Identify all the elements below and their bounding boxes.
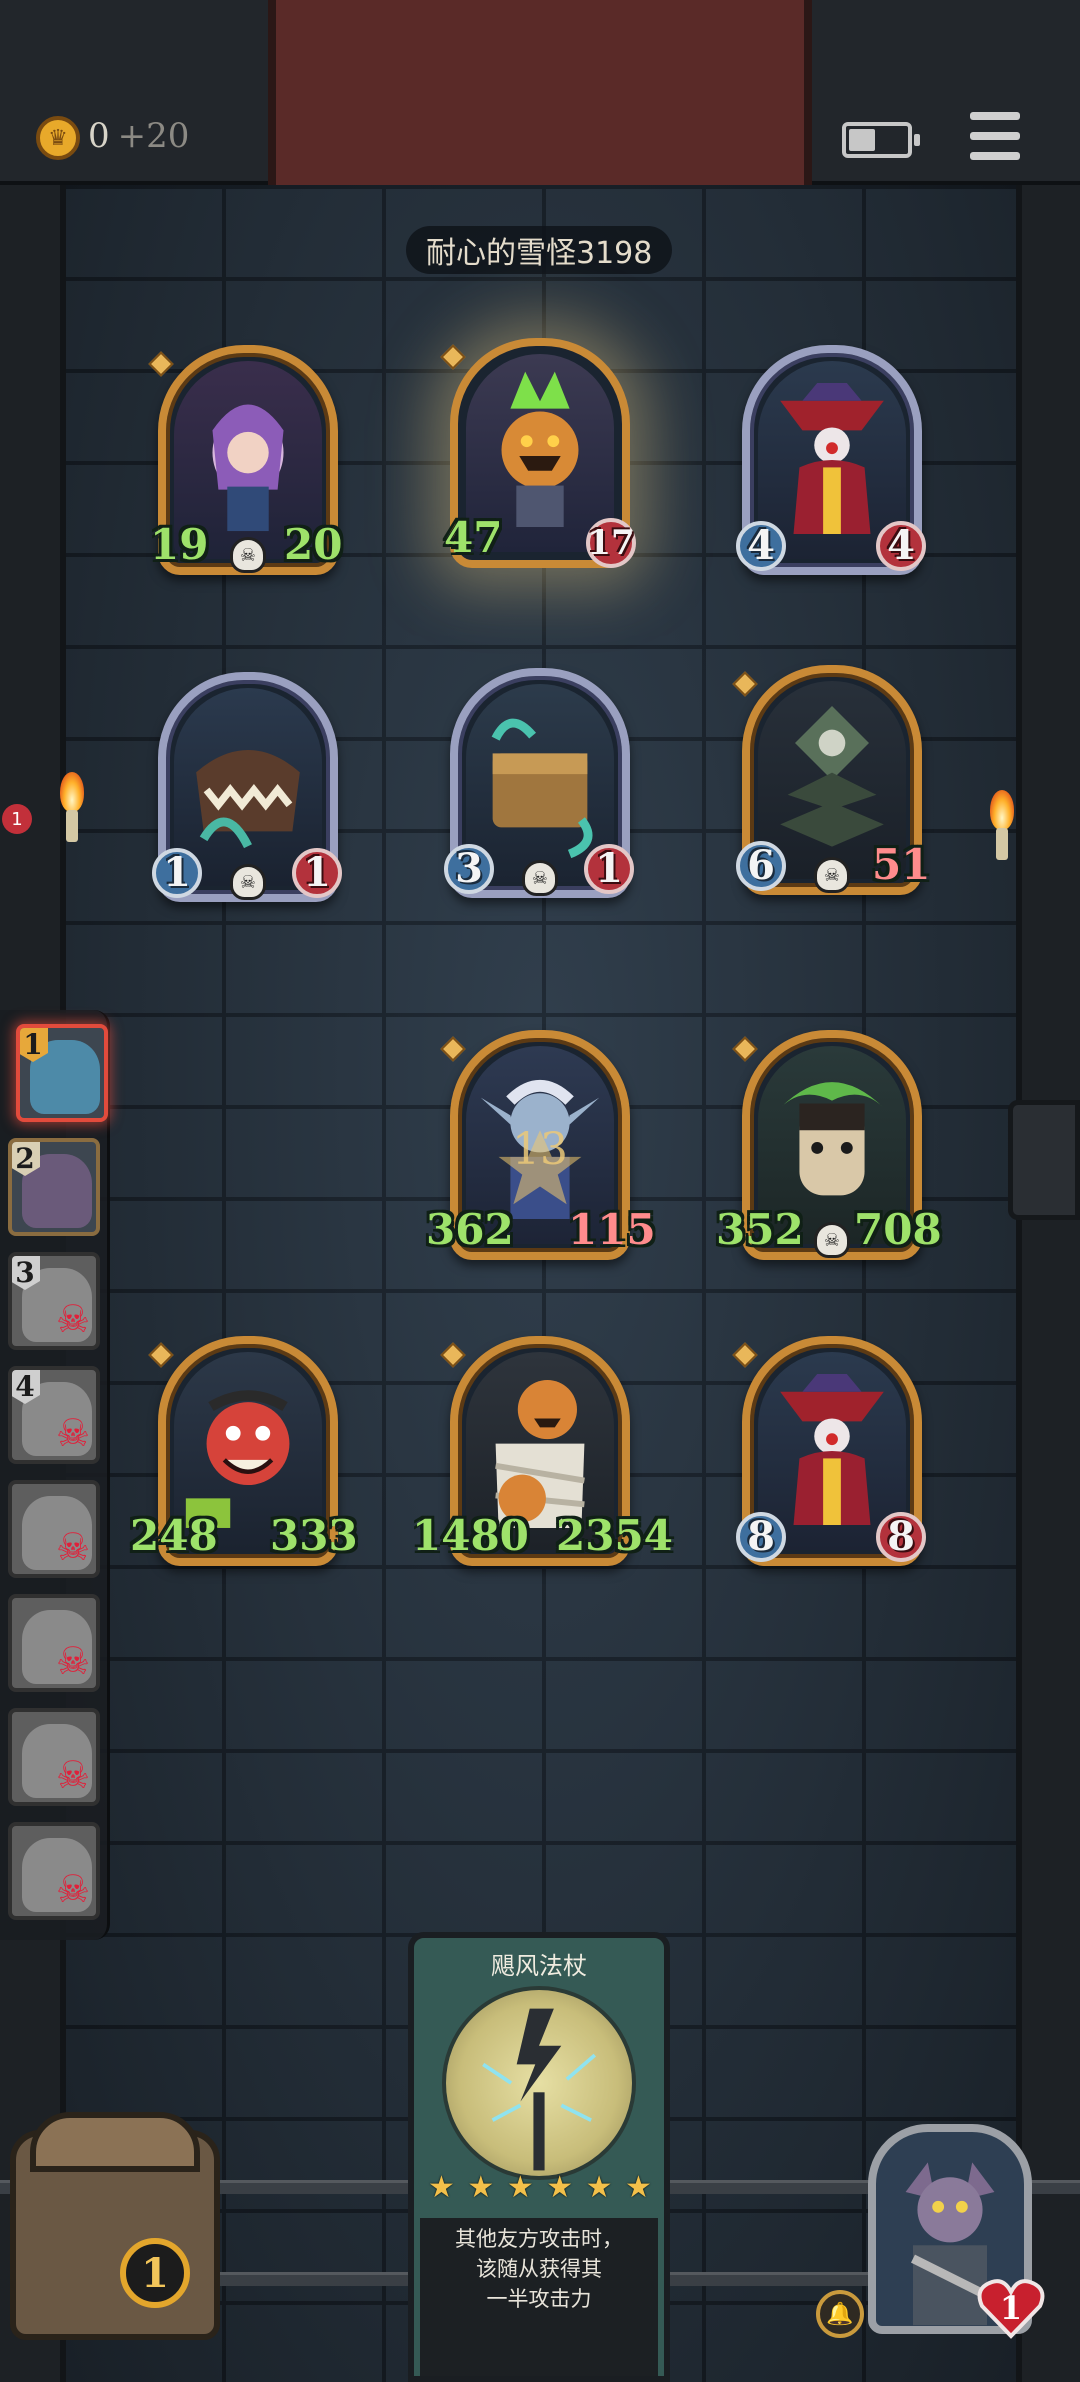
- star-icon: ★: [428, 2170, 455, 2205]
- battery-level: [849, 129, 875, 151]
- unit-attack: 1: [152, 848, 202, 898]
- gold-income: +20: [117, 116, 190, 156]
- item-title: 飓风法杖: [491, 1952, 587, 1980]
- item-desc-line: 该随从获得其: [476, 2257, 602, 2281]
- lives-count: 1: [999, 2289, 1023, 2327]
- board-unit-2[interactable]: 47 17: [440, 338, 636, 578]
- unit-attack: 4: [736, 521, 786, 571]
- notification-badge[interactable]: 1: [2, 804, 32, 834]
- board-unit-3[interactable]: 4 4: [736, 345, 926, 585]
- board-unit-5[interactable]: ☠ 3 1: [444, 668, 634, 908]
- candle: [66, 810, 78, 842]
- unit-health: 1: [584, 844, 634, 894]
- torch-right: [988, 790, 1016, 860]
- unit-health: 20: [284, 520, 343, 569]
- unit-attack: 362: [426, 1205, 514, 1254]
- chest-lid: [30, 2112, 200, 2172]
- torch-left: [58, 772, 86, 842]
- item-card[interactable]: 飓风法杖 ★ ★ ★ ★ ★ ★ 其他友方攻击时， 该随从获得其 一半攻击力: [408, 1932, 670, 2382]
- side-door[interactable]: [1008, 1100, 1080, 1220]
- roster-item[interactable]: 2: [8, 1138, 100, 1236]
- star-rating: ★ ★ ★ ★ ★ ★: [428, 2170, 652, 2205]
- board-unit-7[interactable]: 13 362 115: [426, 1030, 656, 1270]
- board-unit-1[interactable]: ☠ 19 20: [148, 345, 342, 585]
- item-desc-line: 其他友方攻击时，: [455, 2227, 623, 2251]
- board-unit-4[interactable]: ☠ 1 1: [152, 672, 342, 912]
- menu-icon-bar: [970, 152, 1020, 160]
- skull-icon: ☠: [230, 864, 266, 900]
- star-icon: ★: [467, 2170, 495, 2205]
- top-curtain: [268, 0, 812, 185]
- menu-button[interactable]: [970, 112, 1020, 160]
- skull-icon: ☠: [814, 1222, 850, 1258]
- unit-health: 51: [872, 840, 931, 889]
- unit-health: 17: [586, 518, 636, 568]
- treasure-chest-button[interactable]: [10, 2112, 220, 2340]
- unit-attack: 3: [444, 844, 494, 894]
- bell-icon[interactable]: 🔔: [816, 2290, 864, 2338]
- star-icon: ★: [506, 2170, 534, 2205]
- gold-counter: 0 +20: [88, 116, 189, 156]
- lives-heart: 1: [976, 2276, 1046, 2340]
- star-icon: ★: [625, 2170, 652, 2205]
- item-description: 其他友方攻击时， 该随从获得其 一半攻击力: [420, 2218, 658, 2376]
- chest-counter: 1: [120, 2238, 190, 2308]
- gold-amount: 0: [88, 116, 110, 156]
- flame-icon: [990, 790, 1014, 830]
- unit-star-overlay: 13: [512, 1124, 568, 1175]
- unit-attack: 6: [736, 841, 786, 891]
- skull-icon: ☠: [814, 857, 850, 893]
- unit-attack: 19: [150, 520, 209, 569]
- item-desc-line: 一半攻击力: [486, 2287, 592, 2311]
- flame-icon: [60, 772, 84, 812]
- skull-icon: ☠: [230, 537, 266, 573]
- unit-attack: 47: [444, 513, 503, 562]
- battery-icon: [842, 122, 920, 158]
- wind-staff-icon: [442, 1986, 636, 2180]
- crown-coin-icon: ♛: [36, 116, 80, 160]
- unit-health: 4: [876, 521, 926, 571]
- unit-health: 708: [854, 1205, 942, 1254]
- menu-icon-bar: [970, 112, 1020, 120]
- star-icon: ★: [546, 2170, 574, 2205]
- unit-health: 115: [568, 1205, 656, 1254]
- roster-item[interactable]: 1: [16, 1024, 108, 1122]
- unit-attack: 352: [716, 1205, 804, 1254]
- board-unit-6[interactable]: ☠ 6 51: [732, 665, 930, 905]
- star-icon: ★: [585, 2170, 613, 2205]
- board-unit-8[interactable]: ☠ 352 708: [716, 1030, 942, 1270]
- skull-icon: ☠: [522, 860, 558, 896]
- menu-icon-bar: [970, 132, 1020, 140]
- candle: [996, 828, 1008, 860]
- unit-health: 1: [292, 848, 342, 898]
- opponent-name: 耐心的雪怪3198: [406, 226, 673, 274]
